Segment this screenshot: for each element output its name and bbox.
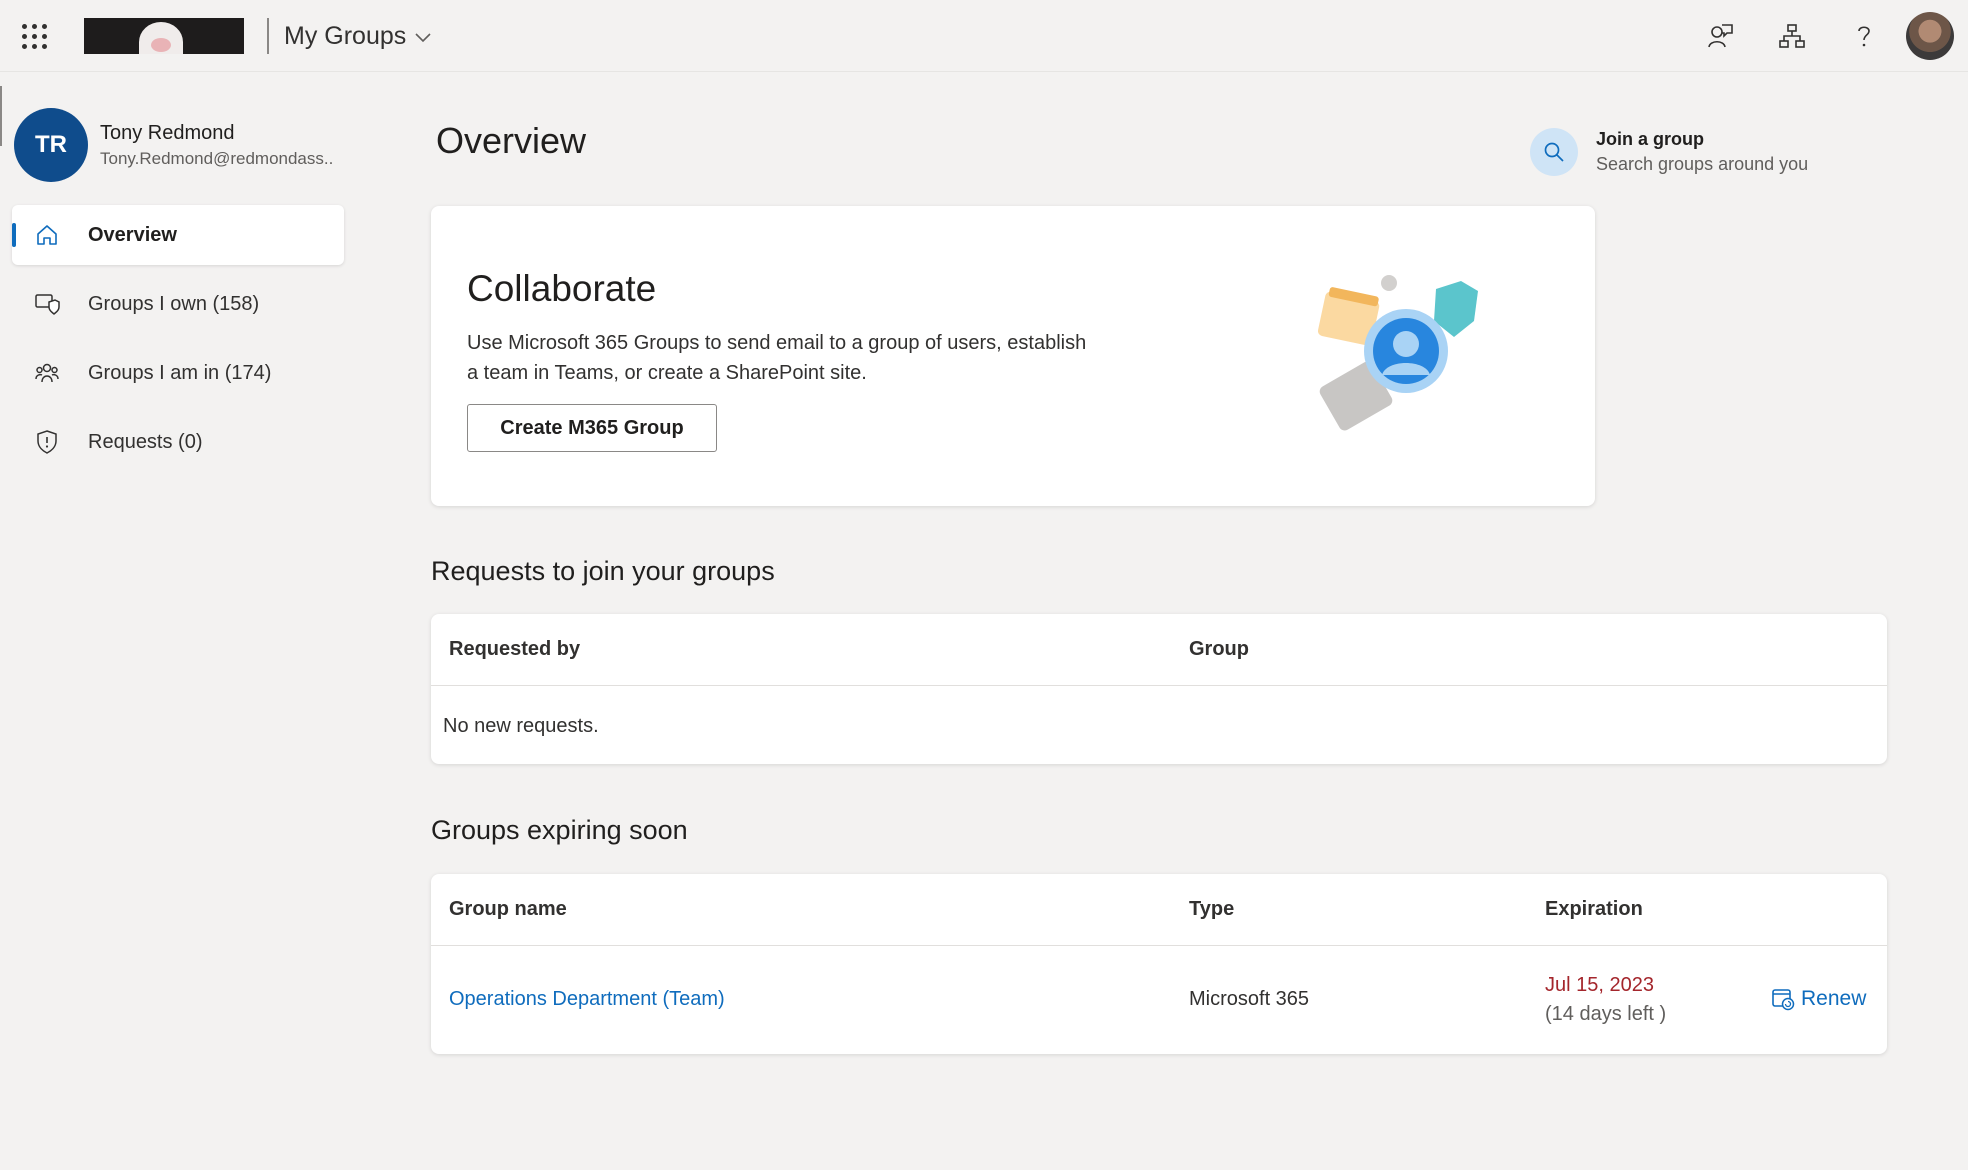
nav-item-overview[interactable]: Overview (12, 205, 344, 265)
nav-item-label: Overview (88, 223, 177, 246)
avatar: TR (14, 108, 88, 182)
collaborate-description: Use Microsoft 365 Groups to send email t… (467, 332, 1087, 384)
table-header: Group name Type Expiration (431, 874, 1887, 946)
days-left: (14 days left ) (1545, 1003, 1667, 1025)
requests-section-title: Requests to join your groups (431, 556, 775, 586)
column-expiration[interactable]: Expiration (1545, 898, 1643, 921)
app-title: My Groups (284, 22, 407, 50)
search-icon (1530, 128, 1578, 176)
column-group[interactable]: Group (1189, 638, 1249, 661)
groups-illustration (1317, 275, 1478, 431)
group-type: Microsoft 365 (1189, 988, 1310, 1010)
renew-label: Renew (1801, 987, 1867, 1010)
app-title-menu[interactable]: My Groups (284, 22, 432, 51)
people-group-icon (34, 360, 60, 386)
table-header: Requested by Group (431, 614, 1887, 686)
owner-shield-icon (34, 291, 60, 317)
expiring-groups-table: Group name Type Expiration Operations De… (431, 874, 1887, 1054)
group-name-link[interactable]: Operations Department (Team) (449, 988, 725, 1011)
org-chart-icon[interactable] (1756, 12, 1828, 60)
user-profile: TR Tony Redmond Tony.Redmond@redmondass.… (14, 108, 333, 182)
requests-table: Requested by Group No new requests. (431, 614, 1887, 764)
chevron-down-icon (415, 32, 431, 42)
left-nav: Overview Groups I own (158) Groups I am … (12, 205, 344, 481)
empty-requests-text: No new requests. (443, 715, 599, 737)
account-avatar[interactable] (1906, 12, 1954, 60)
join-group-button[interactable]: Join a group Search groups around you (1530, 128, 1808, 176)
profile-email: Tony.Redmond@redmondass.. (100, 148, 334, 168)
help-icon[interactable] (1828, 12, 1900, 60)
nav-item-label: Requests (0) (88, 430, 203, 453)
collaborate-title: Collaborate (467, 268, 657, 309)
nav-item-requests[interactable]: Requests (0) (12, 412, 344, 472)
nav-item-groups-i-own[interactable]: Groups I own (158) (12, 274, 344, 334)
renew-button[interactable]: Renew (1771, 987, 1866, 1011)
renew-icon (1772, 989, 1795, 1011)
app-launcher-icon[interactable] (20, 22, 48, 50)
profile-name: Tony Redmond (100, 121, 235, 144)
expiring-section-title: Groups expiring soon (431, 815, 688, 845)
feedback-icon[interactable] (1684, 12, 1756, 60)
join-group-title: Join a group (1596, 129, 1704, 149)
home-icon (34, 222, 60, 248)
nav-item-label: Groups I am in (174) (88, 361, 272, 384)
nav-item-groups-i-am-in[interactable]: Groups I am in (174) (12, 343, 344, 403)
page-title: Overview (436, 120, 587, 161)
left-edge-line (0, 86, 2, 146)
shield-alert-icon (34, 429, 60, 455)
create-m365-group-button[interactable]: Create M365 Group (467, 404, 717, 452)
column-group-name[interactable]: Group name (449, 898, 567, 921)
column-requested-by[interactable]: Requested by (449, 638, 580, 661)
collaborate-card: Collaborate Use Microsoft 365 Groups to … (431, 206, 1595, 506)
top-bar: My Groups (0, 0, 1968, 72)
nav-item-label: Groups I own (158) (88, 292, 260, 315)
header-divider (267, 18, 269, 54)
expiration-date: Jul 15, 2023 (1545, 974, 1654, 996)
organization-logo[interactable] (84, 18, 244, 54)
column-type[interactable]: Type (1189, 898, 1234, 921)
join-group-subtitle: Search groups around you (1596, 154, 1809, 174)
